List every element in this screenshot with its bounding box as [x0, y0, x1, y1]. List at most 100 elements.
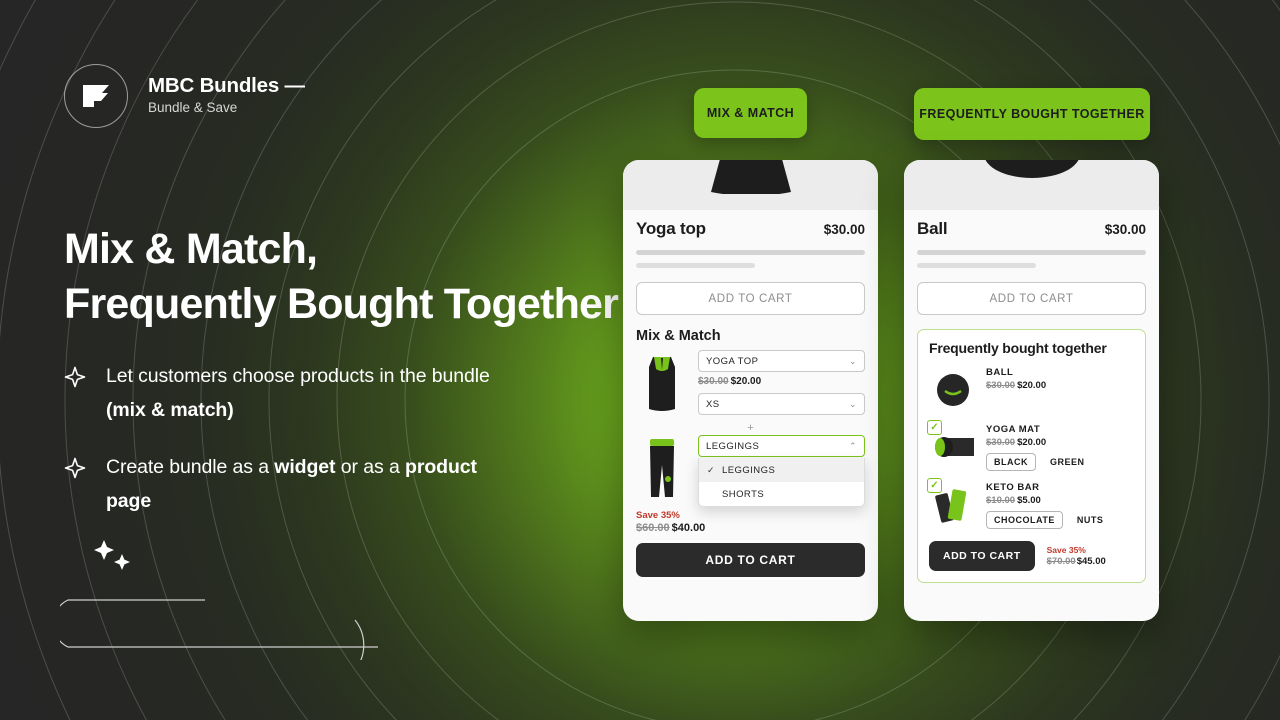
item-price-old: $30.00: [986, 380, 1016, 391]
skeleton-line: [917, 263, 1037, 268]
yoga-top-hero-image: [623, 160, 878, 210]
item-price: $30.00 $20.00: [986, 380, 1134, 391]
add-to-cart-ghost-button[interactable]: ADD TO CART: [636, 282, 865, 315]
item-price-old: $10.00: [986, 495, 1016, 506]
feature-text-2-bold1: widget: [274, 456, 336, 479]
savings-label: Save 35%: [636, 510, 680, 521]
plus-separator: +: [747, 422, 754, 434]
item-price-new: $20.00: [1017, 437, 1047, 448]
badge-fbt-label: FREQUENTLY BOUGHT TOGETHER: [919, 107, 1145, 121]
product-select-yoga-top[interactable]: YOGA TOP ⌄: [698, 350, 865, 372]
ball-thumbnail: [929, 367, 977, 413]
yoga-mat-thumbnail: ✓: [927, 420, 977, 470]
variant-option-nuts[interactable]: NUTS: [1070, 512, 1111, 528]
add-to-cart-ghost-label: ADD TO CART: [708, 292, 793, 305]
variant-option-green[interactable]: GREEN: [1043, 454, 1092, 470]
item-price: $30.00 $20.00: [986, 437, 1134, 448]
dropdown-option-shorts[interactable]: SHORTS: [699, 482, 864, 506]
leggings-thumbnail: [636, 435, 688, 503]
add-to-cart-label: ADD TO CART: [943, 550, 1021, 562]
bundle-item-row: YOGA TOP ⌄ $30.00 $20.00 XS ⌄: [636, 350, 865, 418]
variant-option-black[interactable]: BLACK: [986, 453, 1036, 471]
add-to-cart-ghost-button[interactable]: ADD TO CART: [917, 282, 1146, 315]
checkbox-yoga-mat[interactable]: ✓: [927, 420, 942, 435]
ball-hero-image: [904, 160, 1159, 210]
phone-mockup-mix-match: Yoga top $30.00 ADD TO CART Mix & Match …: [623, 160, 878, 621]
item-name: YOGA MAT: [986, 424, 1041, 435]
mbc-flag-logo-icon: [83, 85, 109, 107]
dropdown-option-label: LEGGINGS: [722, 464, 776, 476]
sparkle-icon: [64, 366, 86, 427]
item-price-line: $30.00 $20.00: [698, 376, 865, 387]
product-price: $30.00: [823, 222, 865, 237]
dropdown-option-label: SHORTS: [722, 488, 765, 500]
item-price: $10.00 $5.00: [986, 495, 1134, 506]
chevron-down-icon: ⌄: [849, 398, 857, 409]
item-name: BALL: [986, 367, 1014, 378]
badge-frequently-bought-together[interactable]: FREQUENTLY BOUGHT TOGETHER: [914, 88, 1150, 140]
skeleton-line: [636, 263, 756, 268]
item-price-new: $20.00: [730, 376, 762, 387]
list-item: Let customers choose products in the bun…: [64, 360, 504, 427]
bundle-totals: Save 35% $70.00$45.00: [1047, 545, 1106, 567]
variant-options: CHOCOLATE NUTS: [986, 511, 1134, 529]
bundle-total-old: $70.00: [1046, 556, 1076, 567]
bundle-total-new: $40.00: [671, 522, 706, 534]
sparkle-icon: [64, 457, 86, 518]
size-select[interactable]: XS ⌄: [698, 393, 865, 415]
product-title: Yoga top: [636, 219, 706, 238]
bundle-total-new: $45.00: [1076, 556, 1106, 567]
badge-mix-match[interactable]: MIX & MATCH: [694, 88, 807, 138]
keto-bar-thumbnail: ✓: [927, 478, 977, 528]
product-price: $30.00: [1104, 222, 1146, 237]
table-row: ✓ YOGA MAT $30.00 $20.00 BLACK GREEN: [927, 420, 1134, 471]
chevron-down-icon: ⌄: [849, 355, 857, 366]
product-select-leggings[interactable]: LEGGINGS ⌃: [698, 435, 865, 457]
item-price-new: $20.00: [1017, 380, 1047, 391]
decorative-arrow-swoosh: [52, 520, 400, 671]
add-to-cart-label: ADD TO CART: [705, 553, 796, 567]
product-select-value: YOGA TOP: [706, 355, 759, 367]
add-to-cart-button[interactable]: ADD TO CART: [636, 543, 865, 577]
checkbox-keto-bar[interactable]: ✓: [927, 478, 942, 493]
page-title: Mix & Match, Frequently Bought Together: [64, 222, 619, 332]
skeleton-line: [917, 250, 1146, 255]
brand-tagline: Bundle & Save: [148, 99, 238, 115]
feature-text-1: Let customers choose products in the bun…: [106, 360, 504, 427]
variant-option-chocolate[interactable]: CHOCOLATE: [986, 511, 1063, 529]
dropdown-option-leggings[interactable]: ✓ LEGGINGS: [699, 458, 864, 482]
product-select-dropdown[interactable]: ✓ LEGGINGS SHORTS: [698, 458, 865, 507]
fbt-footer: ADD TO CART Save 35% $70.00$45.00: [929, 541, 1134, 571]
item-name: KETO BAR: [986, 482, 1040, 493]
section-title-mix-match: Mix & Match: [636, 328, 721, 344]
bundle-total: $70.00$45.00: [1047, 556, 1106, 567]
list-item: Create bundle as a widget or as a produc…: [64, 451, 504, 518]
add-to-cart-button[interactable]: ADD TO CART: [929, 541, 1035, 571]
feature-list: Let customers choose products in the bun…: [64, 360, 504, 542]
item-price-old: $30.00: [698, 376, 729, 387]
item-price-new: $5.00: [1017, 495, 1041, 506]
yoga-top-thumbnail: [636, 350, 688, 418]
add-to-cart-ghost-label: ADD TO CART: [989, 292, 1074, 305]
bundle-total-old: $60.00: [636, 522, 670, 534]
logo-circle: [64, 64, 128, 128]
bundle-total: $60.00 $40.00: [636, 522, 865, 534]
headline-line-1: Mix & Match,: [64, 225, 318, 273]
badge-mix-match-label: MIX & MATCH: [706, 106, 795, 120]
fbt-card-title: Frequently bought together: [929, 340, 1107, 356]
bundle-item-row: LEGGINGS ⌃ ✓ LEGGINGS SHORTS: [636, 435, 865, 507]
chevron-up-icon: ⌃: [849, 440, 857, 451]
feature-text-2-mid: or as a: [335, 456, 406, 479]
savings-label: Save 35%: [1046, 545, 1086, 555]
brand-logo: MBC Bundles — Bundle & Save: [64, 64, 305, 128]
feature-text-1-plain: Let customers choose products in the bun…: [106, 365, 490, 387]
frequently-bought-together-card: Frequently bought together BALL $30.00 $2…: [917, 329, 1146, 583]
table-row: BALL $30.00 $20.00: [929, 367, 1134, 413]
product-title: Ball: [917, 219, 948, 238]
feature-text-2-pre: Create bundle as a: [106, 456, 275, 479]
variant-options: BLACK GREEN: [986, 453, 1134, 471]
feature-text-1-bold: (mix & match): [106, 398, 234, 421]
item-price-old: $30.00: [986, 437, 1016, 448]
headline-line-2: Frequently Bought Together: [64, 280, 619, 329]
check-icon: ✓: [707, 464, 715, 475]
